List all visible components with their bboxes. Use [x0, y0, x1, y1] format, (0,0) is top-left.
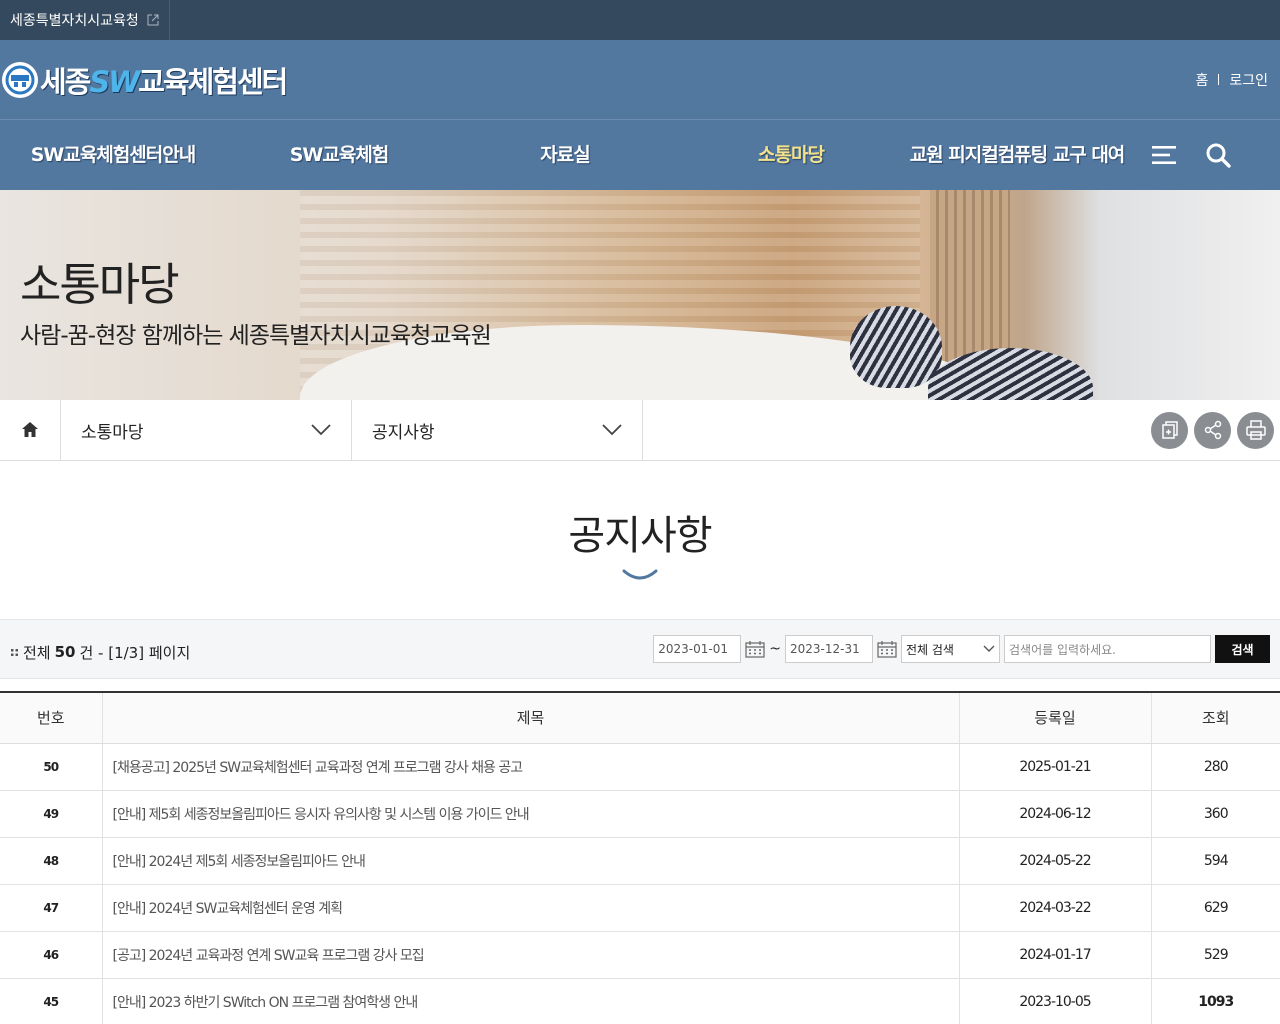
office-link-label: 세종특별자치시교육청	[10, 13, 139, 29]
home-icon	[22, 422, 38, 437]
total-count: 전체 50 건 - [1/3] 페이지	[10, 642, 190, 663]
print-icon	[1245, 420, 1266, 440]
search-input[interactable]: 검색어를 입력하세요.	[1004, 635, 1211, 663]
site-logo[interactable]: 세종SW교육체험센터	[2, 59, 288, 101]
page-title: 공지사항	[568, 513, 712, 559]
table-row[interactable]: 49 [안내] 제5회 세종정보올림피아드 응시자 유의사항 및 시스템 이용 …	[0, 790, 1280, 838]
page-tools	[1151, 400, 1280, 460]
table-row[interactable]: 45 [안내] 2023 하반기 SWitch ON 프로그램 참여학생 안내 …	[0, 978, 1280, 1024]
divider	[1218, 74, 1220, 85]
calendar-icon[interactable]	[745, 640, 765, 658]
breadcrumb: 소통마당 공지사항	[0, 400, 1280, 461]
breadcrumb-level1-label: 소통마당	[81, 422, 144, 443]
row-number: 49	[0, 790, 102, 838]
board-search-bar: 전체 50 건 - [1/3] 페이지 2023-01-01 ~ 2023-12-3…	[0, 619, 1280, 679]
copy-icon	[1161, 421, 1178, 439]
calendar-icon[interactable]	[877, 640, 897, 658]
row-title-link[interactable]: [채용공고] 2025년 SW교육체험센터 교육과정 연계 프로그램 강사 채용…	[101, 743, 959, 791]
sub-visual-banner: 소통마당 사람-꿈-현장 함께하는 세종특별자치시교육청교육원	[0, 190, 1280, 400]
row-number: 46	[0, 931, 102, 979]
search-form: 2023-01-01 ~ 2023-12-31 전체 검색 검색어를 입력하세요…	[653, 635, 1270, 663]
row-views: 529	[1150, 931, 1280, 979]
breadcrumb-home[interactable]	[0, 400, 61, 460]
copy-url-button[interactable]	[1151, 411, 1188, 449]
row-title-link[interactable]: [안내] 2024년 SW교육체험센터 운영 계획	[101, 884, 959, 932]
logo-text: 세종SW교육체험센터	[40, 59, 288, 101]
row-number: 50	[0, 743, 102, 791]
row-views: 280	[1150, 743, 1280, 791]
end-date-input[interactable]: 2023-12-31	[785, 635, 873, 663]
banner-title: 소통마당	[20, 258, 180, 311]
nav-item-resources[interactable]: 자료실	[452, 144, 678, 166]
row-views: 360	[1150, 790, 1280, 838]
row-date: 2025-01-21	[958, 743, 1151, 791]
table-row[interactable]: 48 [안내] 2024년 제5회 세종정보올림피아드 안내 2024-05-2…	[0, 837, 1280, 885]
row-title-link[interactable]: [안내] 2024년 제5회 세종정보올림피아드 안내	[101, 837, 959, 885]
menu-icon[interactable]	[1150, 141, 1178, 169]
search-scope-select[interactable]: 전체 검색	[901, 635, 1000, 663]
date-range-separator: ~	[769, 641, 781, 657]
share-button[interactable]	[1194, 411, 1231, 449]
chevron-down-icon	[983, 645, 995, 652]
nav-item-community[interactable]: 소통마당	[678, 144, 904, 166]
search-icon[interactable]	[1204, 141, 1232, 169]
col-header-title: 제목	[101, 692, 959, 744]
share-icon	[1204, 420, 1221, 440]
banner-subtitle: 사람-꿈-현장 함께하는 세종특별자치시교육청교육원	[20, 323, 492, 349]
logo-emblem-icon	[2, 61, 38, 98]
nav-item-sw-experience[interactable]: SW교육체험	[226, 144, 452, 166]
bullet-icon	[10, 647, 19, 657]
row-date: 2024-05-22	[958, 837, 1151, 885]
breadcrumb-level1-dropdown[interactable]: 소통마당	[61, 400, 352, 460]
external-link-icon	[147, 14, 159, 26]
row-title-link[interactable]: [안내] 2023 하반기 SWitch ON 프로그램 참여학생 안내	[101, 978, 959, 1024]
row-number: 47	[0, 884, 102, 932]
notice-table: 번호 제목 등록일 조회 50 [채용공고] 2025년 SW교육체험센터 교육…	[0, 691, 1280, 1024]
nav-item-center-info[interactable]: SW교육체험센터안내	[0, 144, 226, 166]
row-date: 2023-10-05	[958, 978, 1151, 1024]
logo-text-suffix: 교육체험센터	[138, 64, 288, 99]
site-header: 세종SW교육체험센터 홈 로그인	[0, 40, 1280, 120]
table-row[interactable]: 47 [안내] 2024년 SW교육체험센터 운영 계획 2024-03-22 …	[0, 884, 1280, 932]
chevron-down-icon	[311, 424, 331, 436]
row-title-link[interactable]: [공고] 2024년 교육과정 연계 SW교육 프로그램 강사 모집	[101, 931, 959, 979]
chair-shape	[850, 306, 942, 388]
office-of-education-link[interactable]: 세종특별자치시교육청	[0, 0, 170, 40]
total-number: 50	[54, 643, 76, 661]
home-link[interactable]: 홈	[1195, 70, 1208, 90]
row-number: 45	[0, 978, 102, 1024]
total-suffix: 건 - [1/3] 페이지	[79, 643, 191, 662]
col-header-views: 조회	[1150, 692, 1280, 744]
utility-links: 홈 로그인	[1195, 70, 1268, 90]
main-nav: SW교육체험센터안내 SW교육체험 자료실 소통마당 교원 피지컬컴퓨팅 교구 …	[0, 120, 1280, 190]
row-date: 2024-03-22	[958, 884, 1151, 932]
start-date-input[interactable]: 2023-01-01	[653, 635, 742, 663]
col-header-date: 등록일	[958, 692, 1151, 744]
table-row[interactable]: 50 [채용공고] 2025년 SW교육체험센터 교육과정 연계 프로그램 강사…	[0, 743, 1280, 791]
table-header-row: 번호 제목 등록일 조회	[0, 692, 1280, 744]
row-views: 629	[1150, 884, 1280, 932]
chevron-down-icon	[602, 424, 622, 436]
search-scope-value: 전체 검색	[906, 642, 954, 657]
row-views: 1093	[1150, 978, 1280, 1024]
col-header-number: 번호	[0, 692, 102, 744]
breadcrumb-level2-label: 공지사항	[372, 422, 435, 443]
search-button[interactable]: 검색	[1215, 635, 1270, 663]
row-date: 2024-01-17	[958, 931, 1151, 979]
total-prefix: 전체	[23, 643, 51, 662]
top-bar: 세종특별자치시교육청	[0, 0, 1280, 40]
login-link[interactable]: 로그인	[1229, 70, 1268, 90]
logo-text-sw: SW	[89, 64, 140, 99]
nav-item-equipment-rental[interactable]: 교원 피지컬컴퓨팅 교구 대여	[904, 144, 1130, 166]
table-row[interactable]: 46 [공고] 2024년 교육과정 연계 SW교육 프로그램 강사 모집 20…	[0, 931, 1280, 979]
row-views: 594	[1150, 837, 1280, 885]
title-decoration	[622, 569, 658, 580]
page-title-area: 공지사항	[0, 461, 1280, 581]
row-date: 2024-06-12	[958, 790, 1151, 838]
row-number: 48	[0, 837, 102, 885]
row-title-link[interactable]: [안내] 제5회 세종정보올림피아드 응시자 유의사항 및 시스템 이용 가이드…	[101, 790, 959, 838]
breadcrumb-level2-dropdown[interactable]: 공지사항	[352, 400, 643, 460]
logo-text-prefix: 세종	[40, 64, 91, 99]
print-button[interactable]	[1237, 411, 1274, 449]
